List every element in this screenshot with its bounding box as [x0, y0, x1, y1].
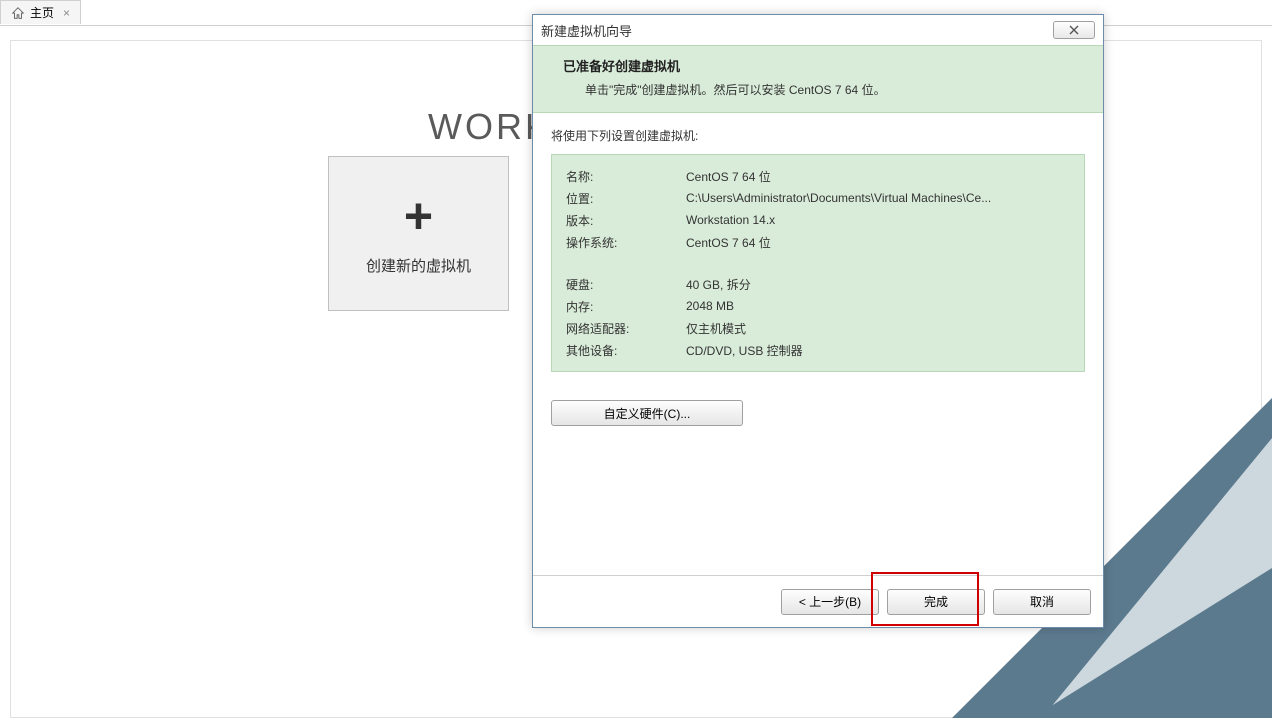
dialog-footer: < 上一步(B) 完成 取消: [533, 575, 1103, 627]
setting-label: 硬盘:: [566, 276, 686, 293]
new-vm-wizard-dialog: 新建虚拟机向导 已准备好创建虚拟机 单击"完成"创建虚拟机。然后可以安装 Cen…: [532, 14, 1104, 628]
setting-label: 网络适配器:: [566, 320, 686, 337]
setting-value: 40 GB, 拆分: [686, 276, 1070, 293]
setting-label: 名称:: [566, 168, 686, 185]
settings-summary-box: 名称: CentOS 7 64 位 位置: C:\Users\Administr…: [551, 154, 1085, 372]
setting-row-other: 其他设备: CD/DVD, USB 控制器: [566, 339, 1070, 361]
setting-value: Workstation 14.x: [686, 213, 1070, 227]
setting-label: 位置:: [566, 190, 686, 207]
setting-label: 内存:: [566, 298, 686, 315]
cancel-button[interactable]: 取消: [993, 589, 1091, 615]
back-button[interactable]: < 上一步(B): [781, 589, 879, 615]
home-tab[interactable]: 主页 ×: [0, 0, 81, 24]
customize-hardware-button[interactable]: 自定义硬件(C)...: [551, 400, 743, 426]
setting-value: CentOS 7 64 位: [686, 234, 1070, 251]
home-icon: [11, 6, 25, 20]
setting-row-version: 版本: Workstation 14.x: [566, 209, 1070, 231]
dialog-titlebar: 新建虚拟机向导: [533, 15, 1103, 45]
setting-row-disk: 硬盘: 40 GB, 拆分: [566, 273, 1070, 295]
home-tab-label: 主页: [30, 4, 54, 21]
setting-value: CD/DVD, USB 控制器: [686, 342, 1070, 359]
setting-row-name: 名称: CentOS 7 64 位: [566, 165, 1070, 187]
plus-icon: +: [404, 191, 433, 241]
setting-row-os: 操作系统: CentOS 7 64 位: [566, 231, 1070, 253]
setting-value: C:\Users\Administrator\Documents\Virtual…: [686, 191, 1070, 205]
setting-value: 2048 MB: [686, 299, 1070, 313]
setting-label: 操作系统:: [566, 234, 686, 251]
setting-row-location: 位置: C:\Users\Administrator\Documents\Vir…: [566, 187, 1070, 209]
dialog-title: 新建虚拟机向导: [541, 21, 632, 40]
create-vm-label: 创建新的虚拟机: [366, 255, 471, 276]
close-icon[interactable]: ×: [63, 6, 70, 20]
dialog-close-button[interactable]: [1053, 21, 1095, 39]
setting-label: 版本:: [566, 212, 686, 229]
setting-value: 仅主机模式: [686, 320, 1070, 337]
setting-value: CentOS 7 64 位: [686, 168, 1070, 185]
dialog-header: 已准备好创建虚拟机 单击"完成"创建虚拟机。然后可以安装 CentOS 7 64…: [533, 45, 1103, 113]
close-icon: [1068, 25, 1080, 35]
finish-button[interactable]: 完成: [887, 589, 985, 615]
setting-label: 其他设备:: [566, 342, 686, 359]
dialog-header-subtitle: 单击"完成"创建虚拟机。然后可以安装 CentOS 7 64 位。: [563, 81, 1083, 98]
setting-row-memory: 内存: 2048 MB: [566, 295, 1070, 317]
setting-row-network: 网络适配器: 仅主机模式: [566, 317, 1070, 339]
settings-intro: 将使用下列设置创建虚拟机:: [551, 127, 1085, 144]
dialog-body: 将使用下列设置创建虚拟机: 名称: CentOS 7 64 位 位置: C:\U…: [533, 113, 1103, 426]
dialog-header-title: 已准备好创建虚拟机: [563, 56, 1083, 75]
create-vm-tile[interactable]: + 创建新的虚拟机: [328, 156, 509, 311]
